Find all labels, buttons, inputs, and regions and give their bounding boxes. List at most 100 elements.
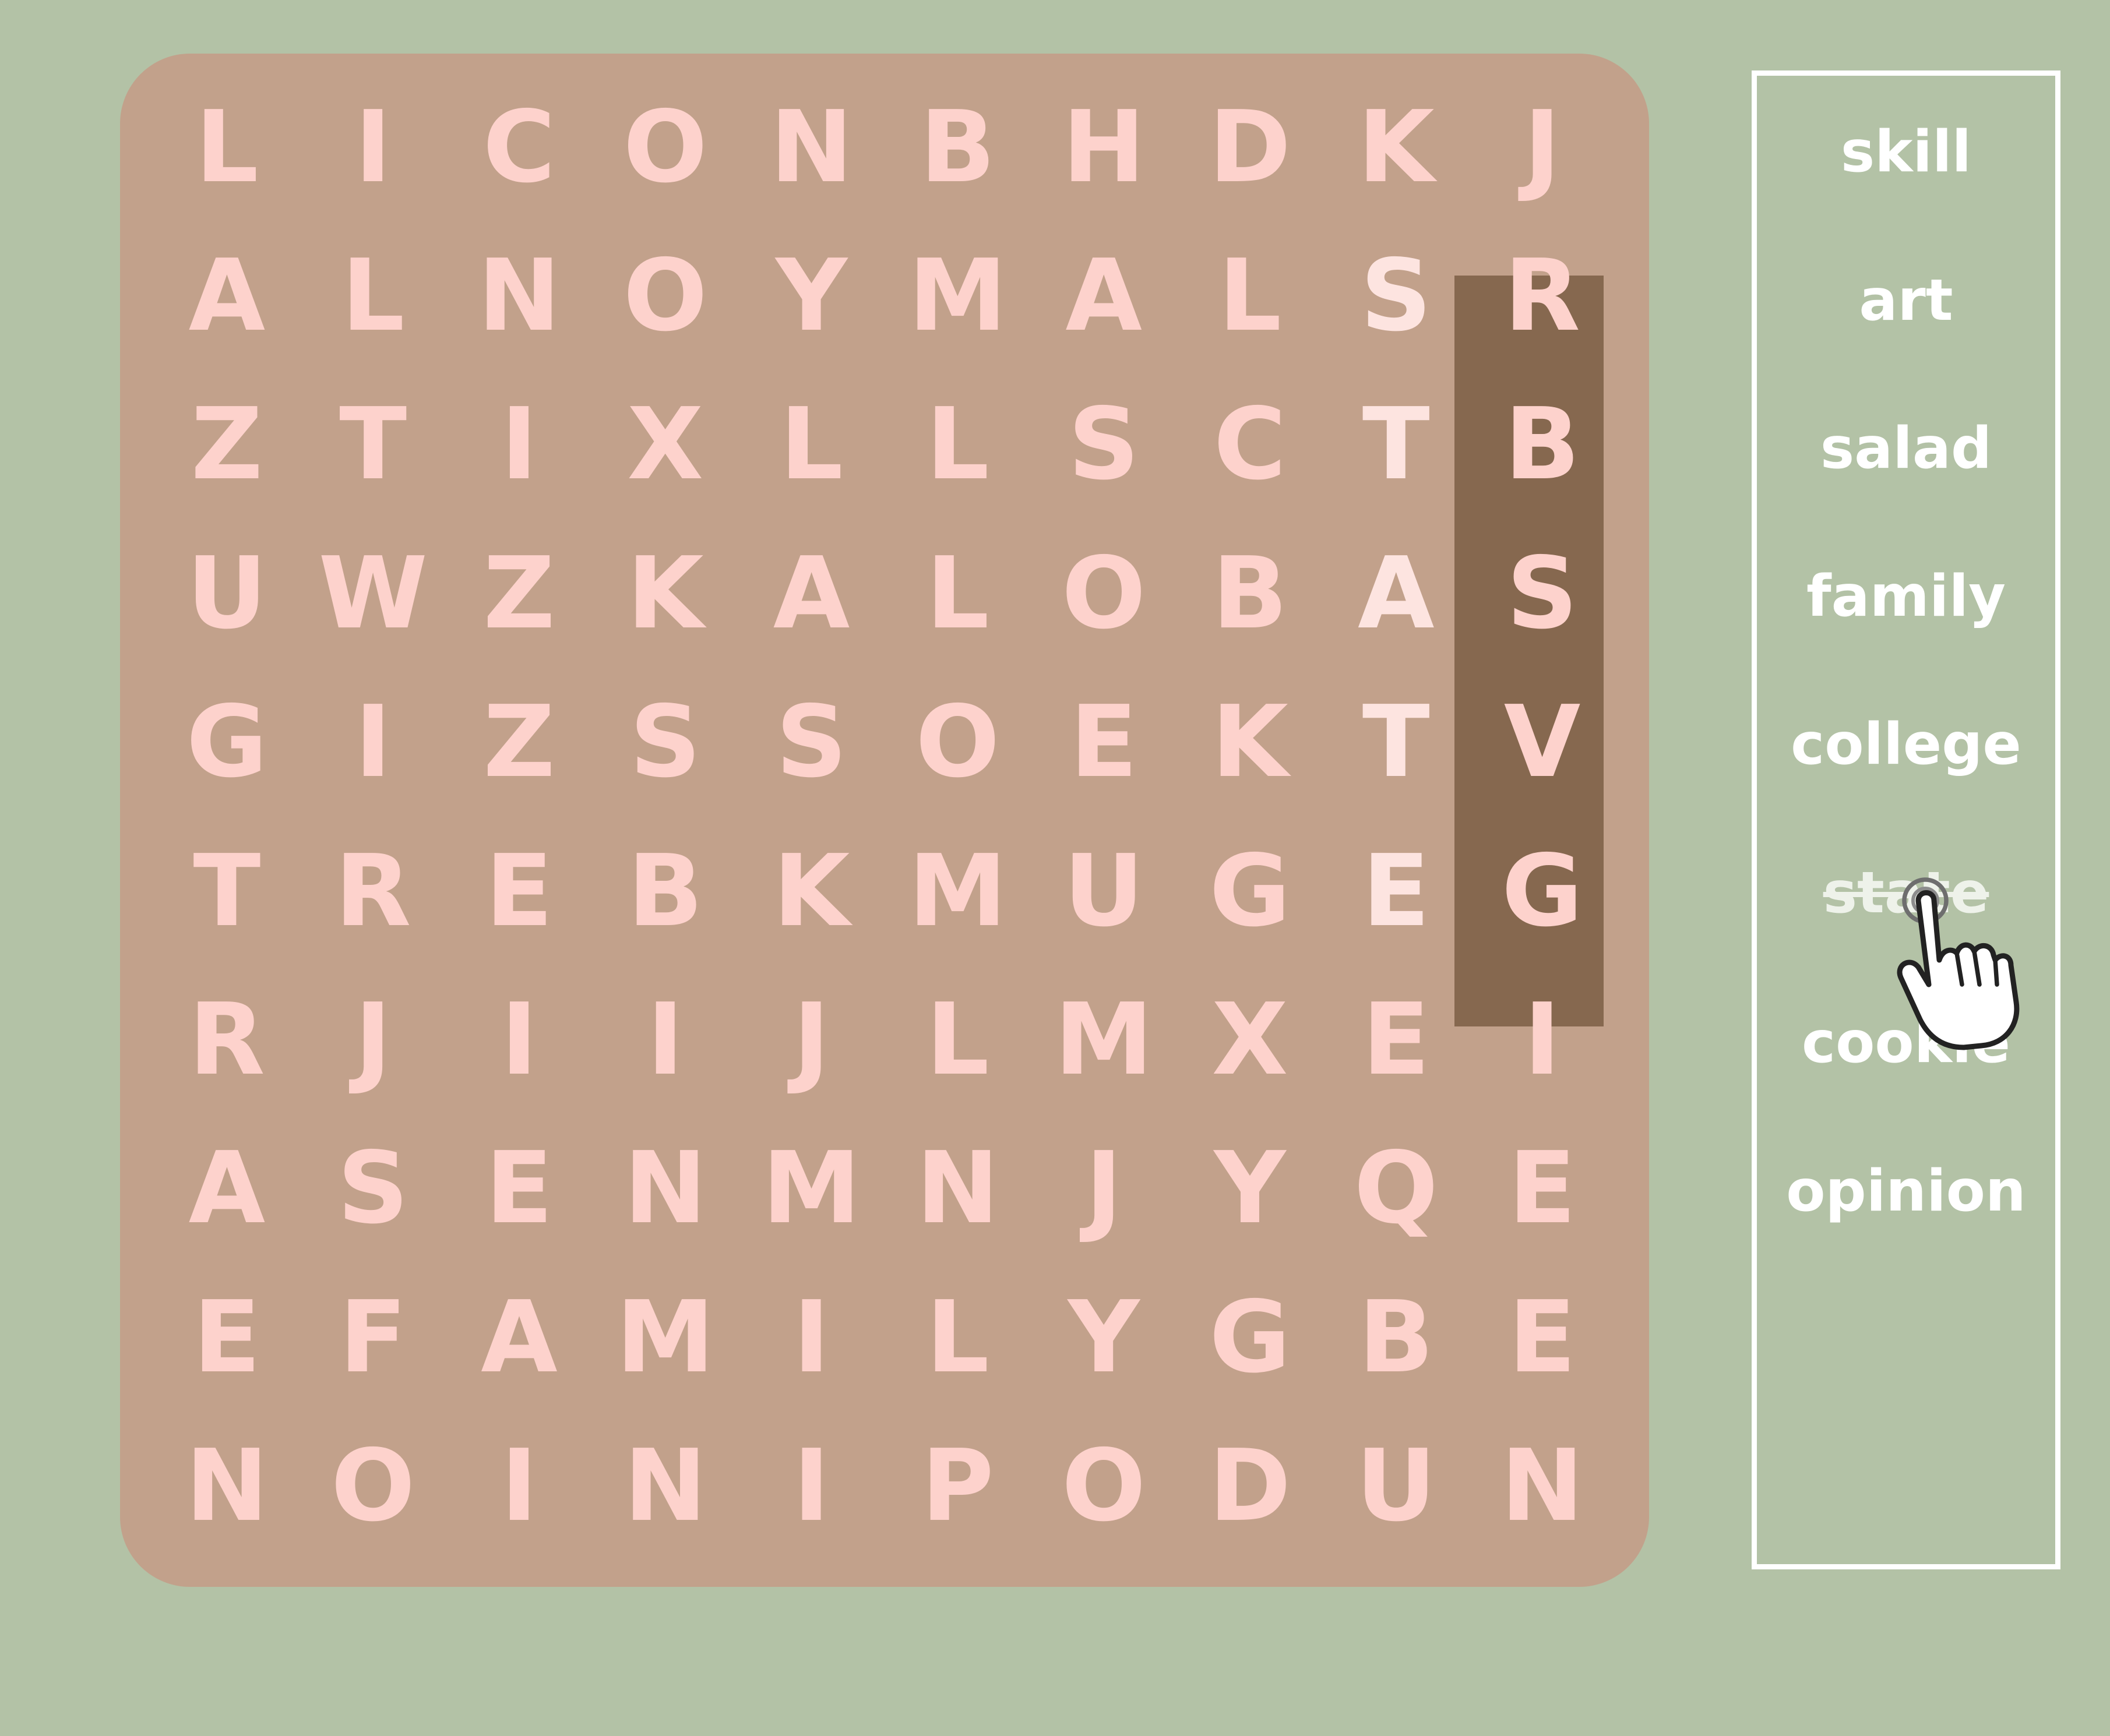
grid-cell[interactable]: Q bbox=[1323, 1114, 1469, 1263]
grid-cell[interactable]: X bbox=[1177, 965, 1323, 1114]
grid-cell[interactable]: A bbox=[154, 221, 300, 370]
grid-cell[interactable]: O bbox=[1031, 1412, 1177, 1561]
grid-cell[interactable]: G bbox=[1469, 817, 1615, 965]
grid-cell[interactable]: I bbox=[446, 1412, 593, 1561]
grid-cell[interactable]: N bbox=[446, 221, 593, 370]
grid-cell[interactable]: N bbox=[592, 1412, 738, 1561]
grid-cell[interactable]: I bbox=[738, 1263, 885, 1412]
grid-cell[interactable]: C bbox=[1177, 371, 1323, 519]
grid-cell[interactable]: I bbox=[1469, 965, 1615, 1114]
grid-cell[interactable]: I bbox=[446, 371, 593, 519]
grid-cell[interactable]: K bbox=[1177, 668, 1323, 817]
grid-cell[interactable]: N bbox=[1469, 1412, 1615, 1561]
grid-cell[interactable]: J bbox=[738, 965, 885, 1114]
grid-cell[interactable]: R bbox=[1469, 221, 1615, 370]
grid-cell[interactable]: R bbox=[300, 817, 446, 965]
grid-cell[interactable]: U bbox=[1031, 817, 1177, 965]
grid-cell[interactable]: G bbox=[1177, 1263, 1323, 1412]
grid-cell[interactable]: F bbox=[300, 1263, 446, 1412]
grid-cell[interactable]: Z bbox=[154, 371, 300, 519]
grid-cell[interactable]: A bbox=[446, 1263, 593, 1412]
grid-cell[interactable]: V bbox=[1469, 668, 1615, 817]
grid-cell[interactable]: B bbox=[885, 73, 1031, 221]
grid-cell[interactable]: B bbox=[1177, 519, 1323, 668]
grid-cell[interactable]: L bbox=[1177, 221, 1323, 370]
grid-cell[interactable]: S bbox=[592, 668, 738, 817]
grid-cell[interactable]: E bbox=[1469, 1114, 1615, 1263]
grid-cell[interactable]: T bbox=[154, 817, 300, 965]
grid-cell[interactable]: I bbox=[738, 1412, 885, 1561]
grid-cell[interactable]: T bbox=[1323, 668, 1469, 817]
grid-cell[interactable]: L bbox=[738, 371, 885, 519]
grid-cell[interactable]: E bbox=[1323, 965, 1469, 1114]
grid-cell[interactable]: W bbox=[300, 519, 446, 668]
grid-cell[interactable]: X bbox=[592, 371, 738, 519]
grid-cell[interactable]: G bbox=[1177, 817, 1323, 965]
grid-cell[interactable]: J bbox=[300, 965, 446, 1114]
grid-cell[interactable]: I bbox=[446, 965, 593, 1114]
grid-cell[interactable]: E bbox=[1469, 1263, 1615, 1412]
grid-cell[interactable]: M bbox=[885, 817, 1031, 965]
grid-cell[interactable]: A bbox=[1031, 221, 1177, 370]
grid-cell[interactable]: Y bbox=[738, 221, 885, 370]
grid-cell[interactable]: O bbox=[885, 668, 1031, 817]
grid-cell[interactable]: Z bbox=[446, 668, 593, 817]
grid-cell[interactable]: K bbox=[592, 519, 738, 668]
grid-cell[interactable]: H bbox=[1031, 73, 1177, 221]
grid-cell[interactable]: N bbox=[738, 73, 885, 221]
grid-cell[interactable]: I bbox=[592, 965, 738, 1114]
grid-cell[interactable]: E bbox=[446, 817, 593, 965]
grid-cell[interactable]: I bbox=[300, 668, 446, 817]
grid-cell[interactable]: R bbox=[154, 965, 300, 1114]
grid-cell[interactable]: S bbox=[1323, 221, 1469, 370]
grid-cell[interactable]: U bbox=[1323, 1412, 1469, 1561]
grid-cell[interactable]: E bbox=[446, 1114, 593, 1263]
grid-cell[interactable]: M bbox=[885, 221, 1031, 370]
grid-cell[interactable]: P bbox=[885, 1412, 1031, 1561]
grid-cell[interactable]: U bbox=[154, 519, 300, 668]
grid-cell[interactable]: N bbox=[154, 1412, 300, 1561]
grid-cell[interactable]: O bbox=[592, 73, 738, 221]
grid-cell[interactable]: S bbox=[1031, 371, 1177, 519]
grid-cell[interactable]: D bbox=[1177, 73, 1323, 221]
grid-cell[interactable]: K bbox=[1323, 73, 1469, 221]
grid-cell[interactable]: Z bbox=[446, 519, 593, 668]
grid-cell[interactable]: K bbox=[738, 817, 885, 965]
grid-cell[interactable]: L bbox=[300, 221, 446, 370]
grid-cell[interactable]: L bbox=[885, 519, 1031, 668]
grid-cell[interactable]: O bbox=[592, 221, 738, 370]
grid-cell[interactable]: T bbox=[300, 371, 446, 519]
grid-cell[interactable]: B bbox=[1469, 371, 1615, 519]
grid-cell[interactable]: A bbox=[1323, 519, 1469, 668]
grid-cell[interactable]: T bbox=[1323, 371, 1469, 519]
grid-cell[interactable]: C bbox=[446, 73, 593, 221]
grid-cell[interactable]: Y bbox=[1031, 1263, 1177, 1412]
grid-cell[interactable]: I bbox=[300, 73, 446, 221]
grid-cell[interactable]: E bbox=[154, 1263, 300, 1412]
grid-cell[interactable]: S bbox=[1469, 519, 1615, 668]
grid-cell[interactable]: B bbox=[1323, 1263, 1469, 1412]
grid-cell[interactable]: L bbox=[154, 73, 300, 221]
grid-cell[interactable]: S bbox=[738, 668, 885, 817]
grid-cell[interactable]: M bbox=[592, 1263, 738, 1412]
grid-cell[interactable]: Y bbox=[1177, 1114, 1323, 1263]
grid-cell[interactable]: A bbox=[154, 1114, 300, 1263]
grid-cell[interactable]: M bbox=[738, 1114, 885, 1263]
grid-cell[interactable]: L bbox=[885, 371, 1031, 519]
grid-cell[interactable]: S bbox=[300, 1114, 446, 1263]
grid-cell[interactable]: A bbox=[738, 519, 885, 668]
grid-cell[interactable]: O bbox=[1031, 519, 1177, 668]
grid-cell[interactable]: E bbox=[1031, 668, 1177, 817]
grid-cell[interactable]: M bbox=[1031, 965, 1177, 1114]
grid-cell[interactable]: B bbox=[592, 817, 738, 965]
grid-cell[interactable]: E bbox=[1323, 817, 1469, 965]
grid-cell[interactable]: D bbox=[1177, 1412, 1323, 1561]
grid-cell[interactable]: L bbox=[885, 1263, 1031, 1412]
grid-cell[interactable]: G bbox=[154, 668, 300, 817]
grid-cell[interactable]: N bbox=[885, 1114, 1031, 1263]
grid-cell[interactable]: N bbox=[592, 1114, 738, 1263]
grid-cell[interactable]: J bbox=[1469, 73, 1615, 221]
grid-cell[interactable]: O bbox=[300, 1412, 446, 1561]
grid-cell[interactable]: J bbox=[1031, 1114, 1177, 1263]
grid-cell[interactable]: L bbox=[885, 965, 1031, 1114]
